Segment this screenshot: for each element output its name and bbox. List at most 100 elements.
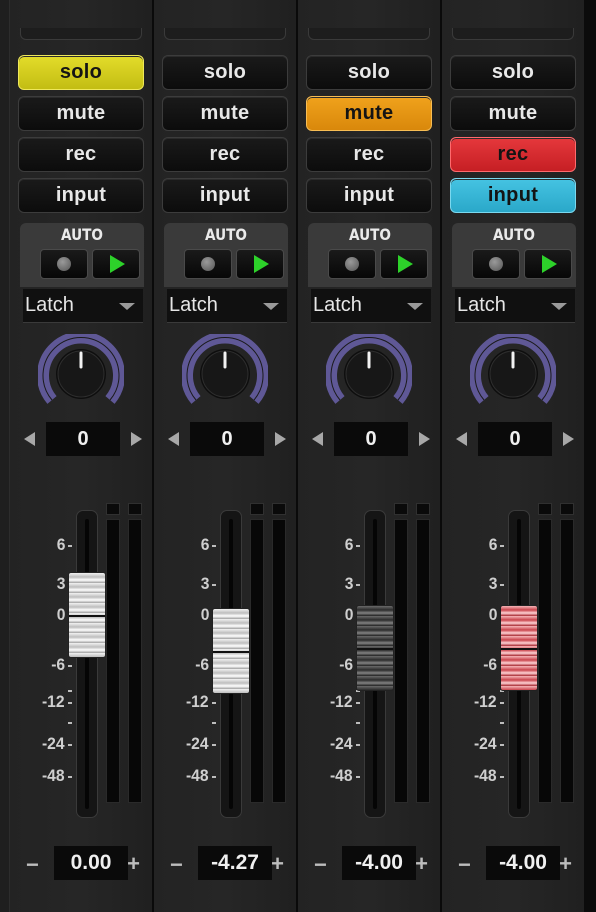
solo-button[interactable]: solo (450, 55, 576, 90)
record-dot-icon (57, 257, 71, 271)
volume-increment-button[interactable]: + (271, 851, 284, 877)
automation-mode-select[interactable]: Latch (167, 289, 287, 323)
volume-increment-button[interactable]: + (415, 851, 428, 877)
scale-dash (212, 744, 216, 746)
play-icon (398, 255, 413, 273)
strip-top-tab[interactable] (20, 28, 142, 40)
pan-value-field[interactable]: 0 (334, 422, 408, 456)
automation-mode-select[interactable]: Latch (311, 289, 431, 323)
scale-minor-dash (68, 722, 72, 724)
mute-button[interactable]: mute (306, 96, 432, 131)
pan-right-arrow-icon[interactable] (563, 432, 574, 446)
scale-dash (212, 702, 216, 704)
pan-right-arrow-icon[interactable] (131, 432, 142, 446)
rec-button[interactable]: rec (162, 137, 288, 172)
volume-value-field[interactable]: -4.00 (486, 846, 560, 880)
volume-increment-button[interactable]: + (559, 851, 572, 877)
fader-cap[interactable] (500, 605, 538, 692)
auto-record-button[interactable] (40, 249, 88, 279)
peak-indicator (250, 503, 264, 515)
pan-knob[interactable] (469, 331, 557, 414)
auto-play-button[interactable] (524, 249, 572, 279)
peak-indicator (128, 503, 142, 515)
auto-record-button[interactable] (472, 249, 520, 279)
auto-play-button[interactable] (92, 249, 140, 279)
fader-cap[interactable] (212, 607, 250, 694)
rec-button[interactable]: rec (306, 137, 432, 172)
fader-scale: 6 3 0 -6 -12 -24 -48 (452, 530, 504, 790)
pan-control: 0 (308, 422, 432, 456)
scale-label: -24 (330, 734, 353, 753)
fader-cap[interactable] (356, 605, 394, 692)
volume-value-field[interactable]: -4.00 (342, 846, 416, 880)
strip-top-tab[interactable] (452, 28, 574, 40)
pan-value-field[interactable]: 0 (46, 422, 120, 456)
automation-mode-select[interactable]: Latch (455, 289, 575, 323)
meter-bar (250, 519, 264, 803)
pan-left-arrow-icon[interactable] (168, 432, 179, 446)
level-meter-left (394, 503, 408, 803)
rec-button[interactable]: rec (450, 137, 576, 172)
pan-value-field[interactable]: 0 (190, 422, 264, 456)
rec-button[interactable]: rec (18, 137, 144, 172)
scale-label: -12 (186, 692, 209, 711)
pan-control: 0 (20, 422, 144, 456)
pan-knob[interactable] (325, 331, 413, 414)
scale-dash (356, 776, 360, 778)
input-button[interactable]: input (450, 178, 576, 213)
level-meter-right (560, 503, 574, 803)
input-button[interactable]: input (18, 178, 144, 213)
auto-label: AUTO (349, 225, 391, 244)
solo-button[interactable]: solo (162, 55, 288, 90)
strip-top-tab[interactable] (308, 28, 430, 40)
volume-value-field[interactable]: 0.00 (54, 846, 128, 880)
auto-record-button[interactable] (184, 249, 232, 279)
auto-record-button[interactable] (328, 249, 376, 279)
play-icon (542, 255, 557, 273)
mute-button[interactable]: mute (162, 96, 288, 131)
scale-dash (500, 776, 504, 778)
volume-decrement-button[interactable]: − (170, 852, 183, 878)
volume-value-field[interactable]: -4.27 (198, 846, 272, 880)
solo-button[interactable]: solo (18, 55, 144, 90)
volume-decrement-button[interactable]: − (26, 852, 39, 878)
scale-dash (356, 744, 360, 746)
peak-indicator (272, 503, 286, 515)
pan-left-arrow-icon[interactable] (456, 432, 467, 446)
mute-button[interactable]: mute (18, 96, 144, 131)
volume-decrement-button[interactable]: − (458, 852, 471, 878)
strip-top-tab[interactable] (164, 28, 286, 40)
pan-right-arrow-icon[interactable] (419, 432, 430, 446)
fader-cap[interactable] (68, 572, 106, 658)
input-button[interactable]: input (162, 178, 288, 213)
fader-cap-line (501, 648, 537, 651)
scale-label: -24 (186, 734, 209, 753)
auto-play-button[interactable] (236, 249, 284, 279)
record-dot-icon (345, 257, 359, 271)
meter-bar (128, 519, 142, 803)
input-button[interactable]: input (306, 178, 432, 213)
fader-track[interactable] (76, 510, 98, 818)
volume-increment-button[interactable]: + (127, 851, 140, 877)
pan-knob[interactable] (37, 331, 125, 414)
scale-dash (68, 702, 72, 704)
volume-decrement-button[interactable]: − (314, 852, 327, 878)
mute-button[interactable]: mute (450, 96, 576, 131)
pan-right-arrow-icon[interactable] (275, 432, 286, 446)
pan-knob[interactable] (181, 331, 269, 414)
scale-label: -12 (42, 692, 65, 711)
scale-label: -48 (186, 766, 209, 785)
automation-mode-value: Latch (457, 294, 506, 316)
level-meter-left (250, 503, 264, 803)
scale-dash (68, 545, 72, 547)
pan-left-arrow-icon[interactable] (24, 432, 35, 446)
solo-button[interactable]: solo (306, 55, 432, 90)
automation-mode-select[interactable]: Latch (23, 289, 143, 323)
auto-play-button[interactable] (380, 249, 428, 279)
scale-label: 6 (344, 535, 353, 554)
pan-value-field[interactable]: 0 (478, 422, 552, 456)
scale-dash (212, 776, 216, 778)
meter-bar (538, 519, 552, 803)
record-dot-icon (489, 257, 503, 271)
pan-left-arrow-icon[interactable] (312, 432, 323, 446)
